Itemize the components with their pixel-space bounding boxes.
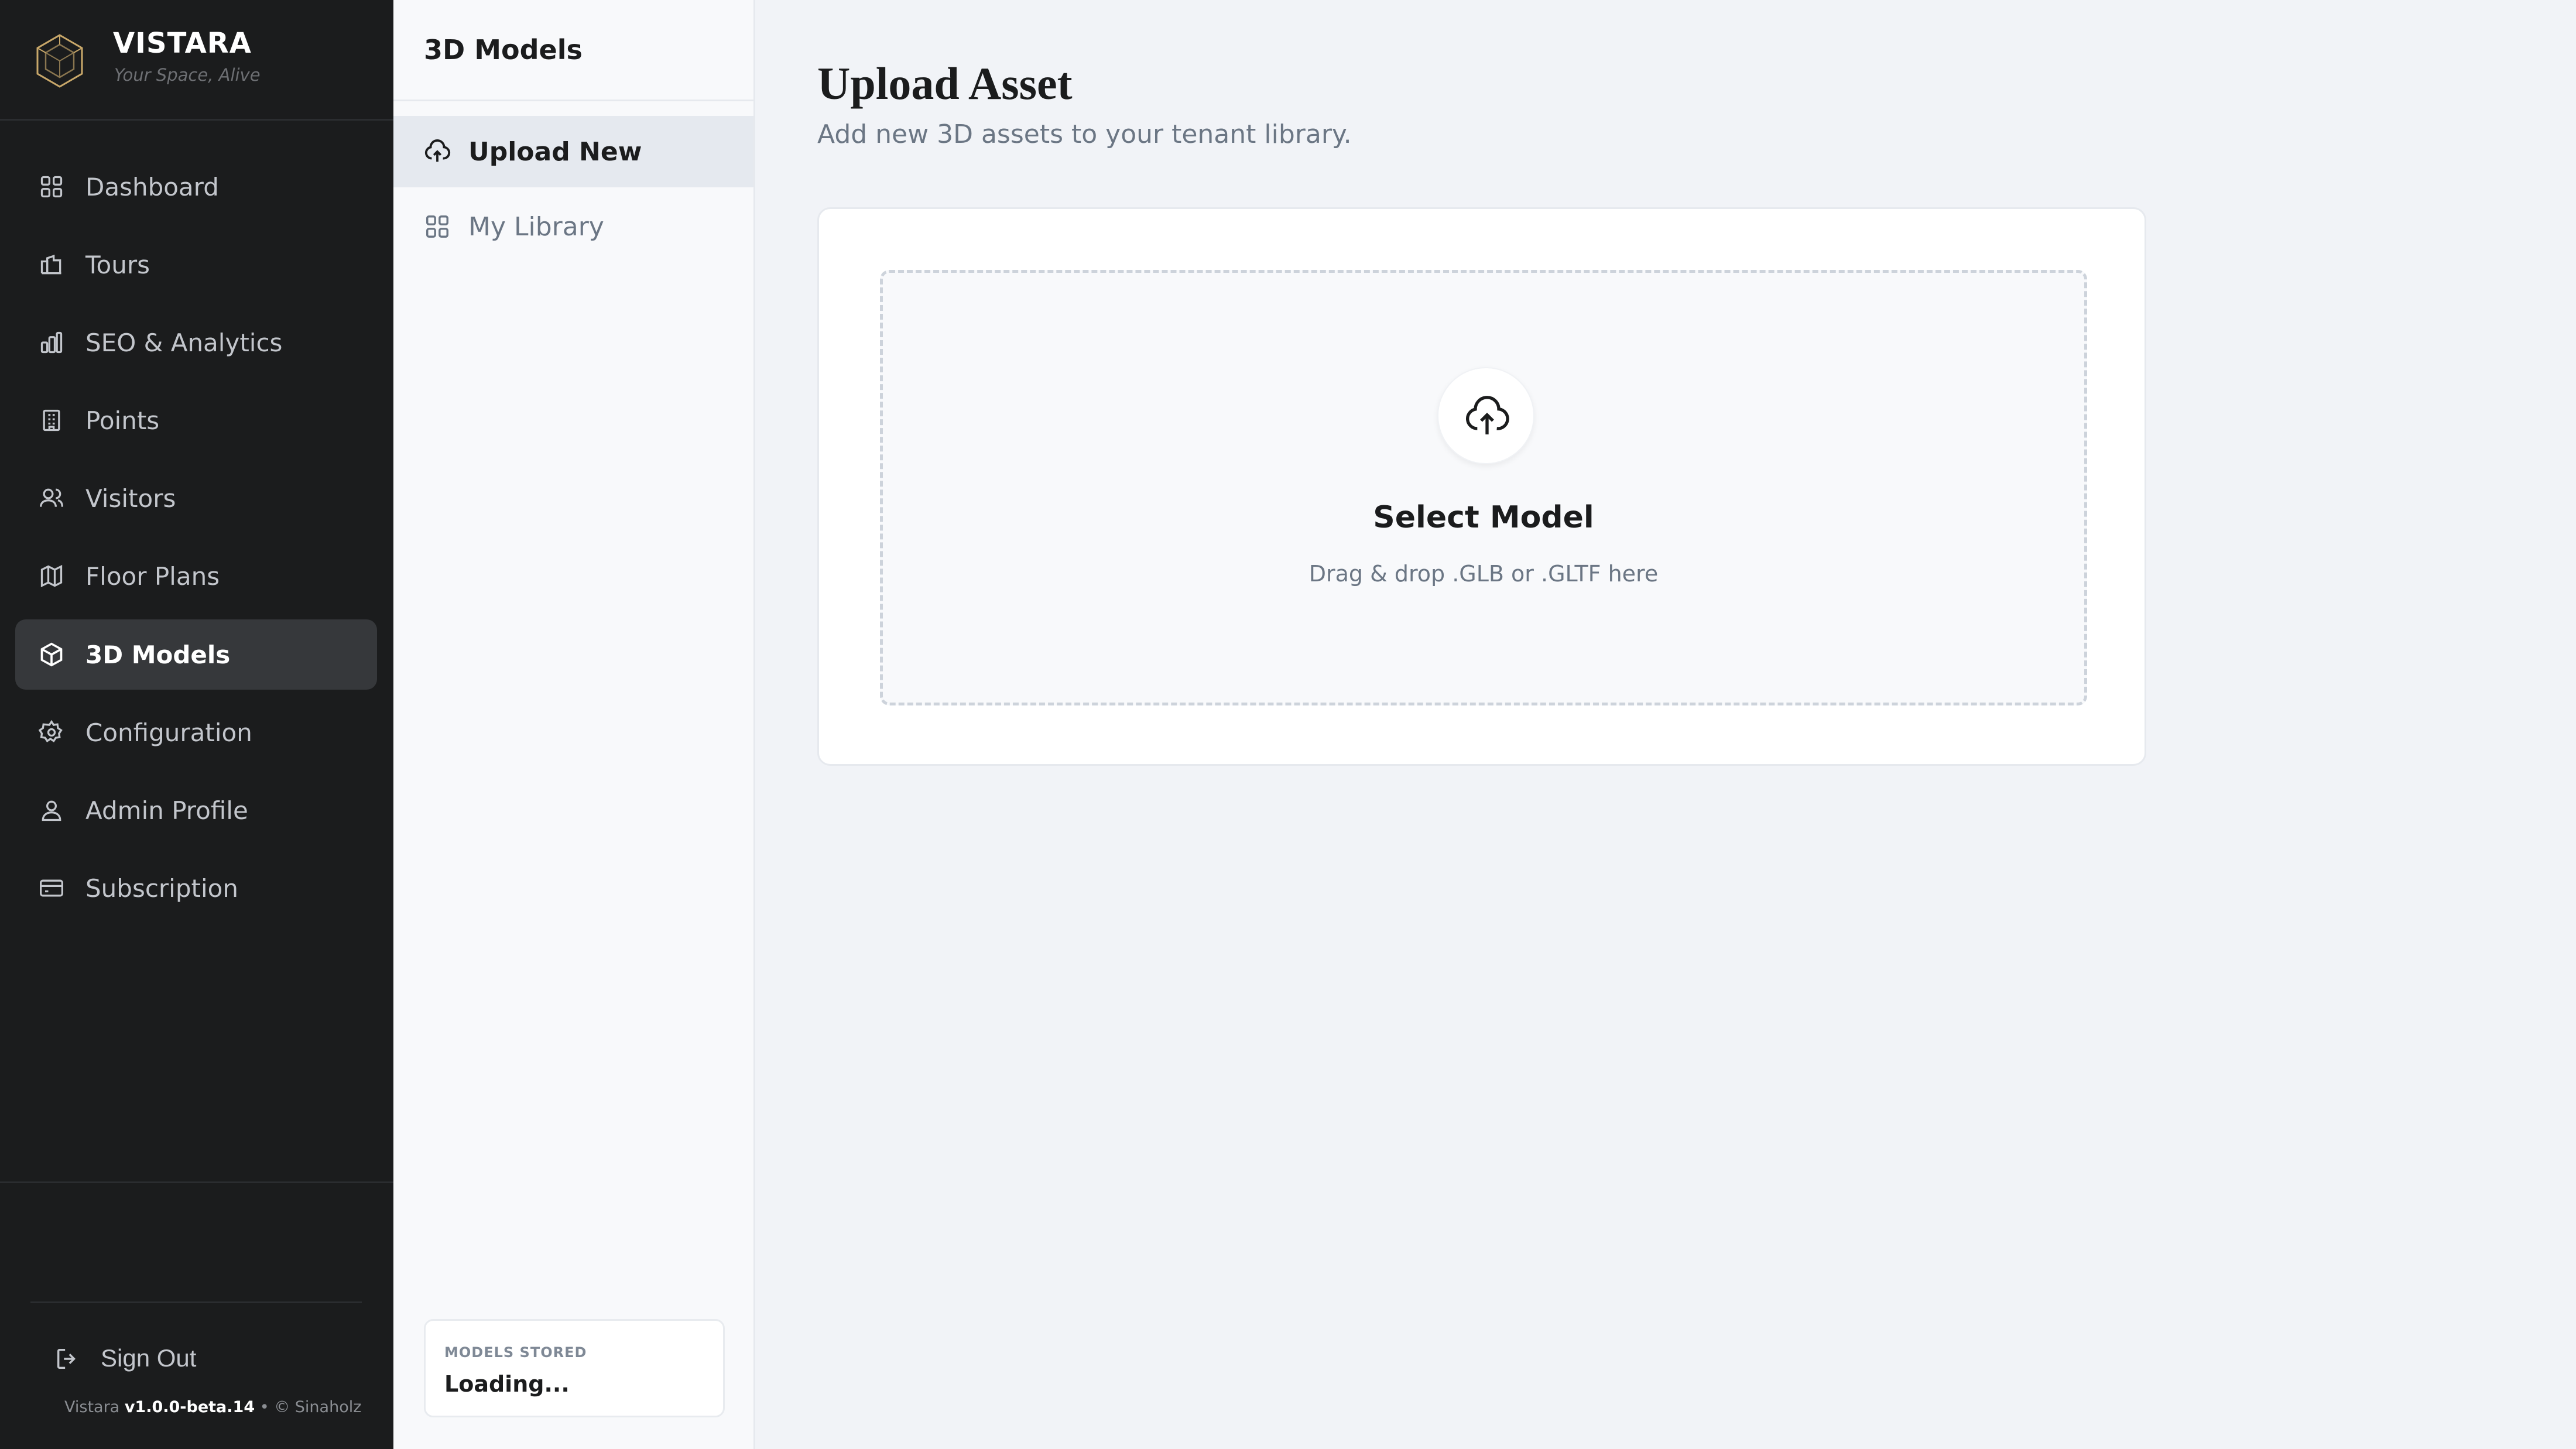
dropzone-hint: Drag & drop .GLB or .GLTF here bbox=[1308, 561, 1659, 587]
upload-button[interactable] bbox=[1437, 367, 1534, 464]
grid-icon bbox=[426, 215, 448, 238]
building-icon bbox=[43, 409, 60, 431]
grid-icon bbox=[40, 176, 63, 198]
select-model-title: Select Model bbox=[1373, 500, 1594, 535]
sidebar-item-label: Configuration bbox=[85, 718, 252, 747]
models-stored-value: Loading... bbox=[444, 1371, 570, 1397]
sidebar-item-label: Floor Plans bbox=[85, 562, 220, 591]
page-subtitle: Add new 3D assets to your tenant library… bbox=[817, 119, 1352, 149]
user-icon bbox=[42, 800, 61, 821]
subnav-my-library[interactable]: My Library bbox=[393, 191, 753, 262]
sidebar-item-label: Subscription bbox=[85, 874, 238, 903]
bar-chart-icon bbox=[40, 331, 63, 354]
sidebar-item-subscription[interactable]: Subscription bbox=[15, 853, 377, 923]
version-number: v1.0.0-beta.14 bbox=[124, 1398, 255, 1416]
sidebar-item-tours[interactable]: Tours bbox=[15, 229, 377, 300]
subnav-label: Upload New bbox=[468, 137, 642, 167]
main-content: Upload Asset Add new 3D assets to your t… bbox=[755, 0, 2576, 1449]
card-icon bbox=[40, 879, 63, 897]
upload-card: Select Model Drag & drop .GLB or .GLTF h… bbox=[817, 207, 2146, 766]
sidebar-item-label: Points bbox=[85, 406, 160, 435]
brand-header: VISTARA Your Space, Alive bbox=[0, 0, 393, 121]
subpanel-title: 3D Models bbox=[424, 34, 583, 66]
map-icon bbox=[40, 564, 63, 588]
sidebar-divider bbox=[0, 1181, 393, 1183]
brand-name: VISTARA bbox=[113, 27, 252, 60]
sidebar-item-seo-analytics[interactable]: SEO & Analytics bbox=[15, 307, 377, 378]
sign-out-label: Sign Out bbox=[101, 1344, 197, 1372]
tour-icon bbox=[40, 255, 61, 275]
sidebar-item-dashboard[interactable]: Dashboard bbox=[15, 152, 377, 222]
sidebar-item-3d-models[interactable]: 3D Models bbox=[15, 619, 377, 690]
version-prefix: Vistara bbox=[64, 1398, 120, 1416]
brand-tagline: Your Space, Alive bbox=[114, 65, 261, 85]
sub-navigation-panel: 3D Models Upload New My Library MODELS S… bbox=[393, 0, 755, 1449]
subnav-label: My Library bbox=[468, 212, 604, 242]
sidebar-item-label: Admin Profile bbox=[85, 796, 248, 825]
subnav-upload-new[interactable]: Upload New bbox=[393, 116, 753, 187]
upload-cloud-icon bbox=[424, 139, 451, 162]
models-stored-card: MODELS STORED Loading... bbox=[424, 1319, 725, 1417]
sidebar-item-configuration[interactable]: Configuration bbox=[15, 697, 377, 768]
sidebar-item-label: Tours bbox=[85, 251, 150, 279]
sidebar-item-label: Visitors bbox=[85, 484, 176, 513]
subpanel-divider bbox=[393, 100, 753, 101]
cube-icon bbox=[40, 642, 63, 667]
version-info: Vistara v1.0.0-beta.14 • © Sinaholz bbox=[64, 1398, 361, 1416]
file-dropzone[interactable]: Select Model Drag & drop .GLB or .GLTF h… bbox=[880, 270, 2087, 705]
sidebar-item-floor-plans[interactable]: Floor Plans bbox=[15, 541, 377, 611]
sidebar-item-points[interactable]: Points bbox=[15, 385, 377, 455]
gear-icon bbox=[39, 720, 63, 742]
sidebar-divider bbox=[30, 1301, 362, 1303]
sidebar-item-label: 3D Models bbox=[85, 640, 231, 669]
sidebar-item-label: Dashboard bbox=[85, 173, 219, 201]
upload-cloud-icon bbox=[1465, 396, 1509, 434]
page-title: Upload Asset bbox=[817, 58, 1073, 109]
models-stored-label: MODELS STORED bbox=[444, 1344, 587, 1361]
users-icon bbox=[40, 488, 63, 507]
sidebar-item-admin-profile[interactable]: Admin Profile bbox=[15, 775, 377, 845]
sidebar: VISTARA Your Space, Alive Dashboard Tour… bbox=[0, 0, 393, 1449]
sign-out-button[interactable]: Sign Out bbox=[54, 1341, 229, 1376]
logo-icon bbox=[36, 34, 83, 88]
copyright: • © Sinaholz bbox=[259, 1398, 362, 1416]
sidebar-item-visitors[interactable]: Visitors bbox=[15, 463, 377, 533]
logout-icon bbox=[57, 1348, 76, 1369]
sidebar-item-label: SEO & Analytics bbox=[85, 328, 283, 357]
